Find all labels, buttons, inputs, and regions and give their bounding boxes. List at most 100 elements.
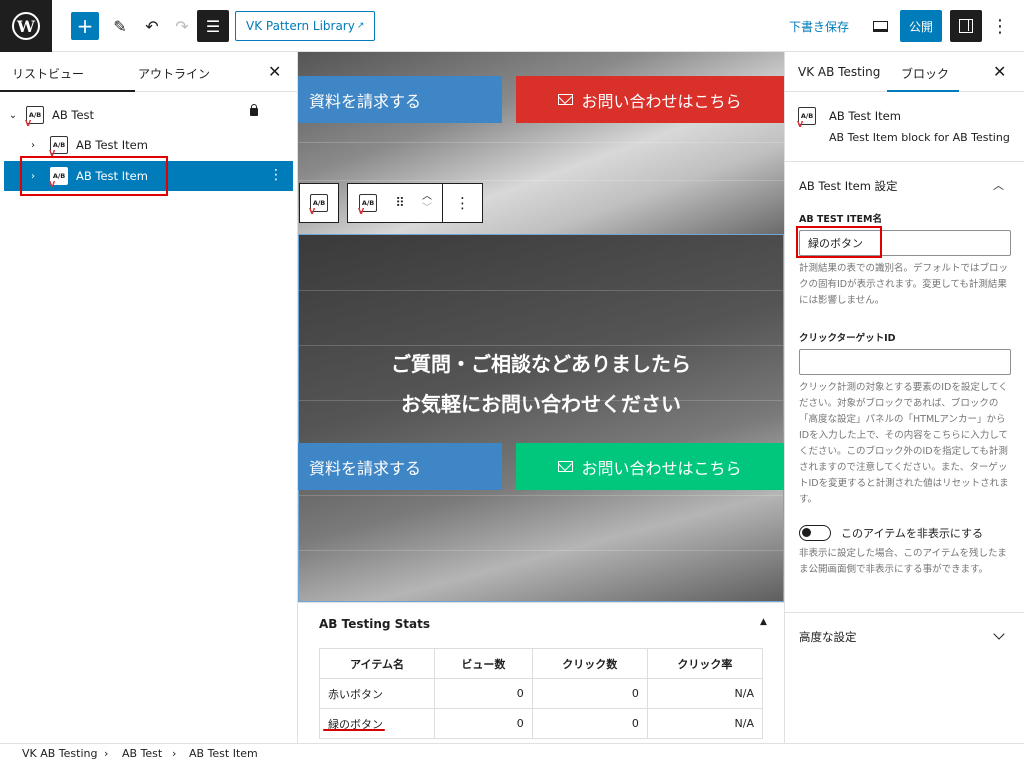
list-item-ab-test[interactable]: ⌄ A/B AB Test [4,100,293,130]
pattern-library-label: VK Pattern Library [246,19,355,33]
column-header: クリック率 [646,648,764,679]
mail-icon [558,94,574,105]
ab-test-block-icon: A/B [309,194,328,216]
item-name-help: 計測結果の表での識別名。デフォルトではブロックの固有IDが表示されます。変更して… [799,263,1009,306]
more-options-icon[interactable]: ⋮ [269,167,283,183]
drag-handle-icon[interactable]: ⠿ [388,196,412,211]
hero-heading: ご質問・ご相談などありましたら お気軽にお問い合わせください [298,344,784,424]
click-target-input[interactable] [799,349,1011,375]
contact-label: お問い合わせはこちら [581,458,742,478]
ab-testing-stats-panel: AB Testing Stats ▲ アイテム名 ビュー数 クリック数 クリック… [298,602,784,743]
table-row: 赤いボタン 0 0 N/A [318,678,764,709]
close-icon[interactable]: ✕ [993,62,1006,81]
add-block-button[interactable]: + [71,12,99,40]
move-buttons[interactable]: ︿ ﹀ [412,191,442,215]
settings-sidebar-button[interactable] [950,10,982,42]
breadcrumb-item[interactable]: VK AB Testing [22,747,97,760]
lock-icon [250,104,258,116]
block-options-button[interactable]: ⋮ [442,184,482,222]
table-cell: 0 [531,678,648,709]
table-cell: 赤いボタン [318,678,436,709]
ab-test-block-icon: A/B [358,194,377,216]
table-header-row: アイテム名 ビュー数 クリック数 クリック率 [318,648,764,679]
table-cell: N/A [646,678,764,709]
chevron-up-icon[interactable]: ︿ [412,191,442,203]
hide-item-help: 非表示に設定した場合、このアイテムを残したまま公開画面側で非表示にする事ができま… [799,548,1007,575]
column-header: クリック数 [531,648,648,679]
chevron-right-icon: › [172,747,177,760]
ab-test-block-icon: A/B [49,136,68,158]
hide-item-label: このアイテムを非表示にする [841,527,984,540]
settings-sidebar: VK AB Testing ブロック ✕ A/B AB Test Item AB… [784,52,1024,743]
table-cell: 0 [434,708,533,739]
chevron-down-icon[interactable]: ⌄ [6,110,20,121]
hero-line-2: お気軽にお問い合わせください [401,392,681,416]
item-name-label: AB TEST ITEM名 [799,214,882,225]
tab-list-view[interactable]: リストビュー [12,65,84,82]
publish-button[interactable]: 公開 [900,10,942,42]
table-row: 緑のボタン 0 0 N/A [318,708,764,739]
contact-green-button[interactable]: お問い合わせはこちら [516,443,784,490]
hide-item-toggle[interactable] [799,525,831,541]
divider [299,290,783,291]
hero-line-1: ご質問・ご相談などありましたら [391,352,691,376]
chevron-down-icon[interactable] [993,628,1005,640]
tab-block[interactable]: ブロック [901,65,949,82]
divider [299,495,783,496]
highlight-annotation [796,226,882,258]
undo-button[interactable]: ↶ [138,12,166,40]
select-parent-button[interactable]: A/B [299,183,339,223]
underline-annotation [323,729,385,731]
chevron-down-icon[interactable]: ﹀ [412,203,442,215]
active-tab-indicator [0,90,135,92]
ab-test-block-icon: A/B [25,106,44,128]
breadcrumb-item[interactable]: AB Test Item [189,747,258,760]
sidebar-tabs: VK AB Testing ブロック ✕ [785,52,1024,92]
request-documents-button[interactable]: 資料を請求する [298,443,502,490]
advanced-settings-panel[interactable]: 高度な設定 [785,612,1024,662]
collapse-up-icon[interactable]: ▲ [760,617,767,627]
divider [298,142,784,143]
left-panel-tabs: リストビュー アウトライン ✕ [0,52,297,92]
table-cell: 緑のボタン [318,708,436,739]
request-documents-button[interactable]: 資料を請求する [298,76,502,123]
tab-vk-ab-testing[interactable]: VK AB Testing [798,65,880,79]
breadcrumb-item[interactable]: AB Test [122,747,162,760]
divider [298,180,784,181]
wordpress-logo-icon[interactable]: W [0,0,52,52]
block-type-button[interactable]: A/B [348,184,388,222]
redo-button[interactable]: ↷ [168,12,196,40]
external-link-icon: ↗ [356,21,365,31]
block-card: A/B AB Test Item AB Test Item block for … [785,92,1024,162]
sidebar-icon [959,19,973,33]
block-toolbar: A/B A/B ⠿ ︿﹀ ⋮ [299,183,483,223]
breadcrumb: VK AB Testing › AB Test › AB Test Item [0,743,1024,760]
contact-label: お問い合わせはこちら [581,91,742,111]
block-card-description: AB Test Item block for AB Testing [829,131,1010,144]
column-header: ビュー数 [434,648,533,679]
stats-title: AB Testing Stats [319,617,430,631]
column-header: アイテム名 [318,648,436,679]
divider [299,550,783,551]
close-icon[interactable]: ✕ [268,62,281,81]
tools-pen-icon[interactable]: ✎ [106,12,134,40]
mail-icon [558,461,574,472]
tab-outline[interactable]: アウトライン [138,65,210,82]
chevron-right-icon: › [104,747,109,760]
click-target-help: クリック計測の対象とする要素のIDを設定してください。対象がブロックであれば、ブ… [799,382,1009,505]
list-view-button[interactable]: ☰ [197,10,229,42]
chevron-right-icon[interactable]: › [26,140,40,151]
table-cell: 0 [531,708,648,739]
save-draft-button[interactable]: 下書き保存 [789,18,849,35]
options-menu-button[interactable]: ⋮ [990,12,1010,40]
contact-red-button[interactable]: お問い合わせはこちら [516,76,784,123]
editor-toolbar: W + ✎ ↶ ↷ ☰ VK Pattern Library ↗ 下書き保存 公開… [0,0,1024,52]
highlight-annotation [20,156,168,196]
vk-pattern-library-button[interactable]: VK Pattern Library ↗ [235,11,376,41]
desktop-icon [872,20,888,32]
block-card-title: AB Test Item [829,109,901,123]
panel-title[interactable]: AB Test Item 設定 [799,178,898,194]
list-item-label: AB Test [52,108,95,122]
chevron-up-icon[interactable]: ︿ [993,177,1004,193]
preview-button[interactable] [866,12,894,40]
